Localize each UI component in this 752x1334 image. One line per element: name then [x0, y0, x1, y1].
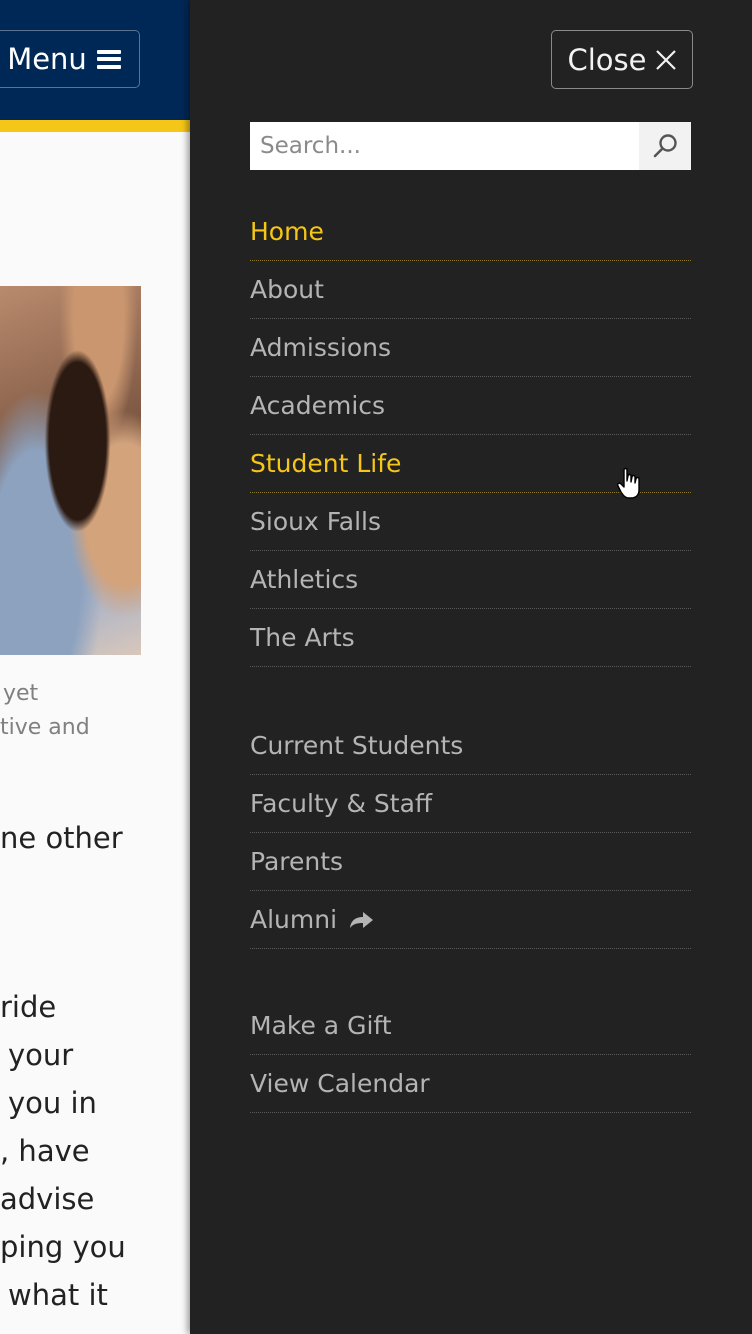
- body-text-line: your: [8, 1038, 74, 1072]
- menu-button[interactable]: Menu: [0, 30, 140, 88]
- menu-button-label: Menu: [7, 42, 87, 76]
- nav-item-label: Student Life: [250, 449, 402, 478]
- nav-item-label: Home: [250, 217, 324, 246]
- nav-item-label: Athletics: [250, 565, 359, 594]
- background-page: Menu yet tive and ne other ride your you…: [0, 0, 190, 1334]
- nav-item-label: View Calendar: [250, 1069, 430, 1098]
- body-text-line: ne other: [0, 821, 123, 855]
- nav-item-academics[interactable]: Academics: [250, 377, 691, 435]
- nav-item-label: Make a Gift: [250, 1011, 392, 1040]
- nav-item-athletics[interactable]: Athletics: [250, 551, 691, 609]
- header-accent-bar: [0, 120, 190, 132]
- body-text-line: ride: [0, 990, 57, 1024]
- utility-nav: Make a Gift View Calendar: [250, 997, 691, 1113]
- nav-item-home[interactable]: Home: [250, 203, 691, 261]
- photo-caption-line: yet: [3, 681, 39, 706]
- nav-item-sioux-falls[interactable]: Sioux Falls: [250, 493, 691, 551]
- close-x-icon: [655, 49, 676, 70]
- search-input[interactable]: [250, 122, 640, 170]
- nav-item-make-a-gift[interactable]: Make a Gift: [250, 997, 691, 1055]
- close-button[interactable]: Close: [551, 30, 693, 89]
- hamburger-icon: [96, 49, 121, 69]
- hand-pointer-icon: [617, 467, 640, 499]
- nav-item-about[interactable]: About: [250, 261, 691, 319]
- navigation-drawer: Close Home About Admissions Academics St…: [190, 0, 752, 1334]
- nav-item-label: Admissions: [250, 333, 391, 362]
- external-arrow-icon: [350, 911, 374, 928]
- nav-item-label: Academics: [250, 391, 386, 420]
- nav-item-current-students[interactable]: Current Students: [250, 717, 691, 775]
- audience-nav: Current Students Faculty & Staff Parents…: [250, 717, 691, 949]
- nav-item-alumni[interactable]: Alumni: [250, 891, 691, 949]
- nav-item-the-arts[interactable]: The Arts: [250, 609, 691, 667]
- nav-item-view-calendar[interactable]: View Calendar: [250, 1055, 691, 1113]
- students-photo: [0, 286, 141, 655]
- nav-item-label: About: [250, 275, 324, 304]
- nav-item-faculty-staff[interactable]: Faculty & Staff: [250, 775, 691, 833]
- body-text-line: advise: [0, 1182, 95, 1216]
- search-form: [250, 122, 691, 170]
- nav-item-label: The Arts: [250, 623, 355, 652]
- nav-item-label: Sioux Falls: [250, 507, 382, 536]
- nav-item-label: Current Students: [250, 731, 464, 760]
- site-header: Menu: [0, 0, 190, 120]
- body-text-line: , have: [0, 1134, 90, 1168]
- nav-item-label: Faculty & Staff: [250, 789, 433, 818]
- close-button-label: Close: [567, 42, 647, 77]
- primary-nav: Home About Admissions Academics Student …: [250, 203, 691, 667]
- nav-item-parents[interactable]: Parents: [250, 833, 691, 891]
- photo-caption-line: tive and: [0, 715, 90, 740]
- body-text-line: ping you: [0, 1230, 126, 1264]
- body-text-line: what it: [8, 1278, 108, 1312]
- nav-item-label: Alumni: [250, 905, 338, 934]
- search-icon: [653, 134, 677, 158]
- nav-item-label: Parents: [250, 847, 344, 876]
- search-button[interactable]: [639, 122, 691, 170]
- body-text-line: you in: [8, 1086, 97, 1120]
- nav-item-admissions[interactable]: Admissions: [250, 319, 691, 377]
